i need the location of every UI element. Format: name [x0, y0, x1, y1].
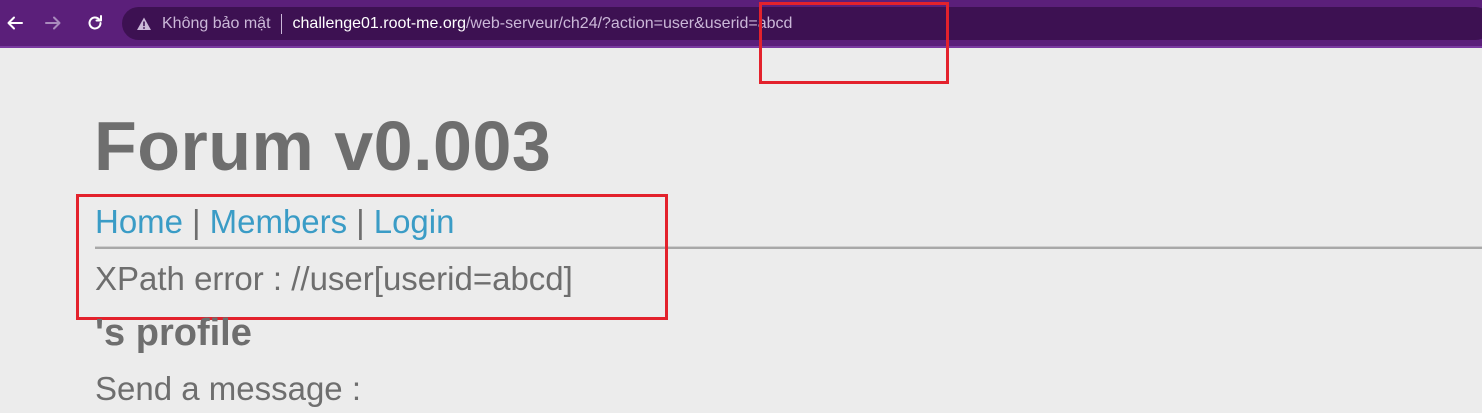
back-button[interactable]	[2, 10, 28, 36]
address-bar[interactable]: Không bảo mật challenge01.root-me.org/we…	[122, 7, 1482, 40]
security-status-label[interactable]: Không bảo mật	[162, 15, 271, 33]
nav-link-login[interactable]: Login	[374, 203, 455, 240]
xpath-error-message: XPath error : //user[userid=abcd]	[95, 260, 573, 297]
forward-button[interactable]	[40, 10, 66, 36]
url-path: /web-serveur/ch24/?action=user&userid=ab…	[465, 14, 793, 32]
nav-separator: |	[356, 203, 365, 240]
url-text[interactable]: challenge01.root-me.org/web-serveur/ch24…	[293, 15, 793, 33]
address-separator	[280, 13, 282, 34]
send-message-label: Send a message :	[95, 370, 361, 407]
reload-icon	[88, 15, 102, 30]
back-arrow-icon	[7, 16, 23, 30]
forum-nav: Home | Members | Login	[95, 203, 454, 241]
url-host: challenge01.root-me.org	[292, 14, 466, 32]
horizontal-rule	[95, 246, 1482, 249]
nav-link-members[interactable]: Members	[210, 203, 348, 240]
reload-button[interactable]	[82, 10, 108, 36]
nav-link-home[interactable]: Home	[95, 203, 183, 240]
nav-separator: |	[192, 203, 201, 240]
profile-heading: 's profile	[95, 312, 252, 354]
page-title: Forum v0.003	[94, 107, 552, 185]
warning-triangle-icon[interactable]	[136, 16, 152, 32]
browser-toolbar: Không bảo mật challenge01.root-me.org/we…	[0, 0, 1482, 48]
forward-arrow-icon	[45, 16, 61, 30]
